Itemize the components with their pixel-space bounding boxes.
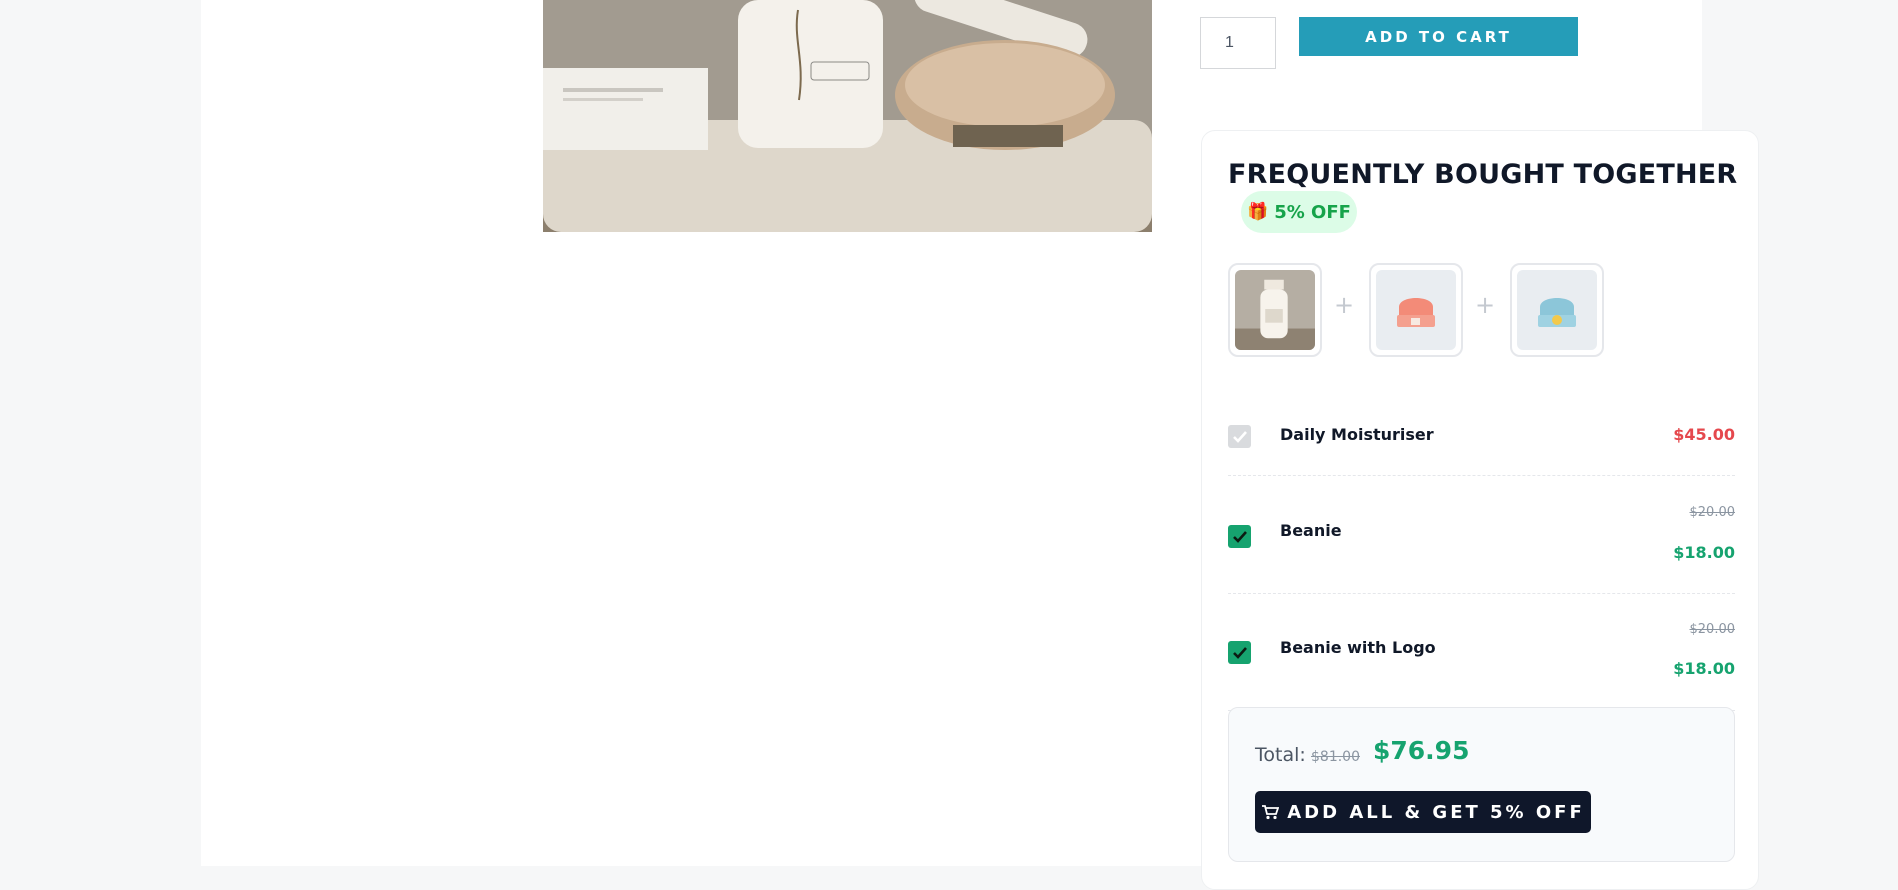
thumbnail-beanie-with-logo[interactable]: [1510, 263, 1604, 357]
item-original-price: $20.00: [1689, 622, 1736, 637]
fbt-title: FREQUENTLY BOUGHT TOGETHER: [1228, 159, 1738, 190]
item-discounted-price: $18.00: [1673, 543, 1735, 562]
fbt-item-row: Beanie with Logo $20.00 $18.00: [1228, 593, 1735, 711]
item-name: Beanie with Logo: [1280, 638, 1436, 657]
check-icon: [1232, 530, 1247, 543]
total-label: Total:: [1255, 744, 1306, 766]
item-name: Beanie: [1280, 521, 1342, 540]
item-checkbox[interactable]: [1228, 641, 1251, 664]
add-all-button-label: ADD ALL & GET 5% OFF: [1287, 801, 1585, 823]
plus-icon: +: [1334, 291, 1355, 319]
add-all-button[interactable]: ADD ALL & GET 5% OFF: [1255, 791, 1591, 833]
add-to-cart-button[interactable]: ADD TO CART: [1299, 17, 1578, 56]
discount-badge: 🎁 5% OFF: [1241, 191, 1357, 233]
total-original-price: $81.00: [1311, 749, 1360, 765]
frequently-bought-together-card: FREQUENTLY BOUGHT TOGETHER 🎁 5% OFF + + …: [1201, 130, 1759, 890]
cart-icon: [1262, 805, 1280, 820]
fbt-item-row: Daily Moisturiser $45.00: [1228, 391, 1735, 476]
plus-icon: +: [1475, 291, 1496, 319]
thumbnail-image: [1517, 270, 1597, 350]
discount-badge-label: 5% OFF: [1274, 201, 1351, 223]
thumbnail-image: [1376, 270, 1456, 350]
page-content: ADD TO CART FREQUENTLY BOUGHT TOGETHER 🎁…: [201, 0, 1759, 890]
total-discounted-price: $76.95: [1373, 736, 1470, 765]
item-checkbox[interactable]: [1228, 525, 1251, 548]
thumbnail-beanie[interactable]: [1369, 263, 1463, 357]
total-box: Total: $81.00 $76.95 ADD ALL & GET 5% OF…: [1228, 707, 1735, 862]
item-price: $45.00: [1673, 425, 1735, 444]
thumbnail-image: [1235, 270, 1315, 350]
check-icon: [1232, 430, 1247, 443]
item-name: Daily Moisturiser: [1280, 425, 1434, 444]
product-photo: [543, 0, 1152, 232]
gift-icon: 🎁: [1247, 201, 1269, 222]
item-discounted-price: $18.00: [1673, 659, 1735, 678]
check-icon: [1232, 646, 1247, 659]
product-image: [543, 0, 1152, 232]
fbt-item-row: Beanie $20.00 $18.00: [1228, 475, 1735, 594]
item-original-price: $20.00: [1689, 505, 1736, 520]
thumbnail-daily-moisturiser[interactable]: [1228, 263, 1322, 357]
quantity-input[interactable]: [1200, 17, 1276, 69]
item-checkbox[interactable]: [1228, 425, 1251, 448]
